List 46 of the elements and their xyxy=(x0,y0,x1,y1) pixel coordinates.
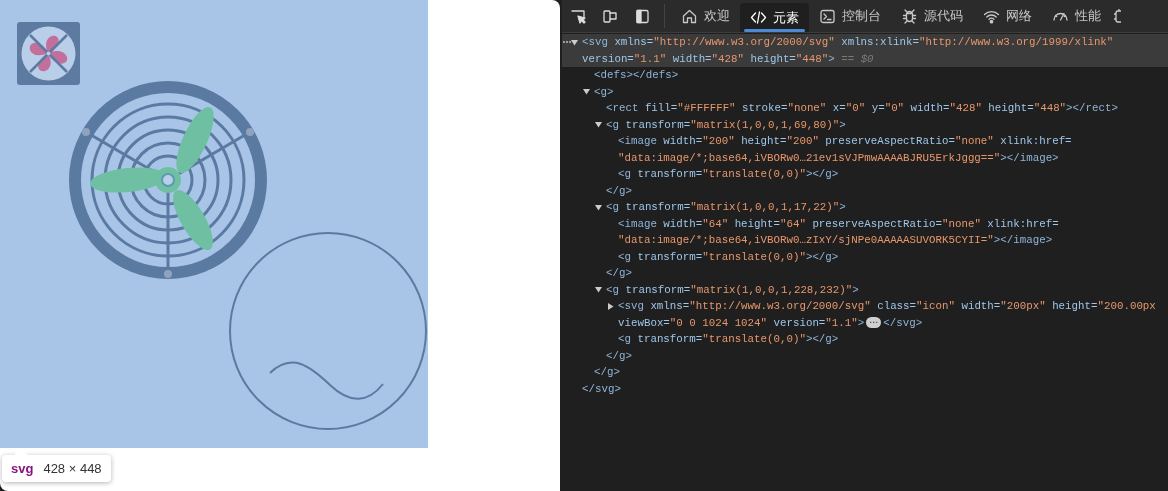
dom-node-row[interactable]: viewBox="0 0 1024 1024" version="1.1"> ⋯ </svg> xyxy=(562,314,1168,331)
expanded-triangle-icon[interactable] xyxy=(595,121,602,129)
dom-node-row[interactable]: </svg> xyxy=(562,380,1168,397)
expanded-triangle-icon[interactable] xyxy=(595,203,602,211)
dom-node-row[interactable]: <g transform="translate(0,0)"></g> xyxy=(562,166,1168,183)
inspect-icon xyxy=(569,7,587,25)
dom-node-row[interactable]: <g> xyxy=(562,83,1168,100)
dom-node-row[interactable]: <svg xmlns="http://www.w3.org/2000/svg" class="icon" width="200px" height="200.00px xyxy=(562,298,1168,315)
panel-layout-icon xyxy=(633,7,651,25)
dom-node-row[interactable]: </g> xyxy=(562,364,1168,381)
tab-underline xyxy=(744,29,805,32)
dom-node-row[interactable]: <g transform="matrix(1,0,0,1,69,80)"> xyxy=(562,116,1168,133)
devtools-tab[interactable]: 源代码 xyxy=(891,0,973,32)
dom-node-row[interactable]: <g transform="matrix(1,0,0,1,17,22)"> xyxy=(562,199,1168,216)
dom-node-row[interactable]: <defs></defs> xyxy=(562,67,1168,84)
device-icon xyxy=(601,7,619,25)
dom-node-row[interactable]: <g transform="translate(0,0)"></g> xyxy=(562,248,1168,265)
expanded-triangle-icon[interactable] xyxy=(583,88,590,96)
expanded-triangle-icon[interactable] xyxy=(571,38,578,46)
tag-name: svg xyxy=(11,461,34,476)
console-icon xyxy=(819,7,836,25)
ellipsis-button[interactable]: ⋯ xyxy=(866,317,882,329)
devtools-tab[interactable]: 性能 xyxy=(1042,0,1111,32)
dom-node-row[interactable]: </g> xyxy=(562,347,1168,364)
collapsed-triangle-icon[interactable] xyxy=(607,302,614,310)
bug-icon xyxy=(901,7,918,25)
dom-node-row[interactable]: "data:image/*;base64,iVBORw0…zIxY/sjNPe0AAAAASUVORK5CYII="></image> xyxy=(562,232,1168,249)
dom-node-row[interactable]: "data:image/*;base64,iVBORw0…21ev1sVJPmwAAAABJRU5ErkJggg=="></image> xyxy=(562,149,1168,166)
dom-node-row[interactable]: <g transform="translate(0,0)"></g> xyxy=(562,331,1168,348)
devtools-tab[interactable]: 欢迎 xyxy=(671,0,740,32)
dom-node-row[interactable]: <g transform="matrix(1,0,0,1,228,232)"> xyxy=(562,281,1168,298)
exhaust-fan-drawing xyxy=(17,22,80,85)
home-icon xyxy=(681,7,698,25)
expanded-triangle-icon[interactable] xyxy=(595,286,602,294)
devtools-tab[interactable]: 控制台 xyxy=(809,0,891,32)
dom-node-row[interactable]: <image width="200" height="200" preserveAspectRatio="none" xlink:href= xyxy=(562,133,1168,150)
devtools-tab[interactable]: 元素 xyxy=(740,3,809,32)
dom-node-row[interactable]: <rect fill="#FFFFFF" stroke="none" x="0" y="0" width="428" height="448"></rect> xyxy=(562,100,1168,117)
element-size: 428 × 448 xyxy=(43,461,102,476)
dom-node-row[interactable]: <svg xmlns="http://www.w3.org/2000/svg" xmlns:xlink="http://www.w3.org/1999/xlink" xyxy=(562,34,1168,51)
dom-node-row[interactable]: </g> xyxy=(562,265,1168,282)
code-icon xyxy=(750,9,767,26)
more-icon[interactable] xyxy=(563,38,571,46)
dom-node-row[interactable]: <image width="64" height="64" preserveAspectRatio="none" xlink:href= xyxy=(562,215,1168,232)
devtools-tab[interactable]: 网络 xyxy=(973,0,1042,32)
dom-node-row[interactable]: </g> xyxy=(562,182,1168,199)
